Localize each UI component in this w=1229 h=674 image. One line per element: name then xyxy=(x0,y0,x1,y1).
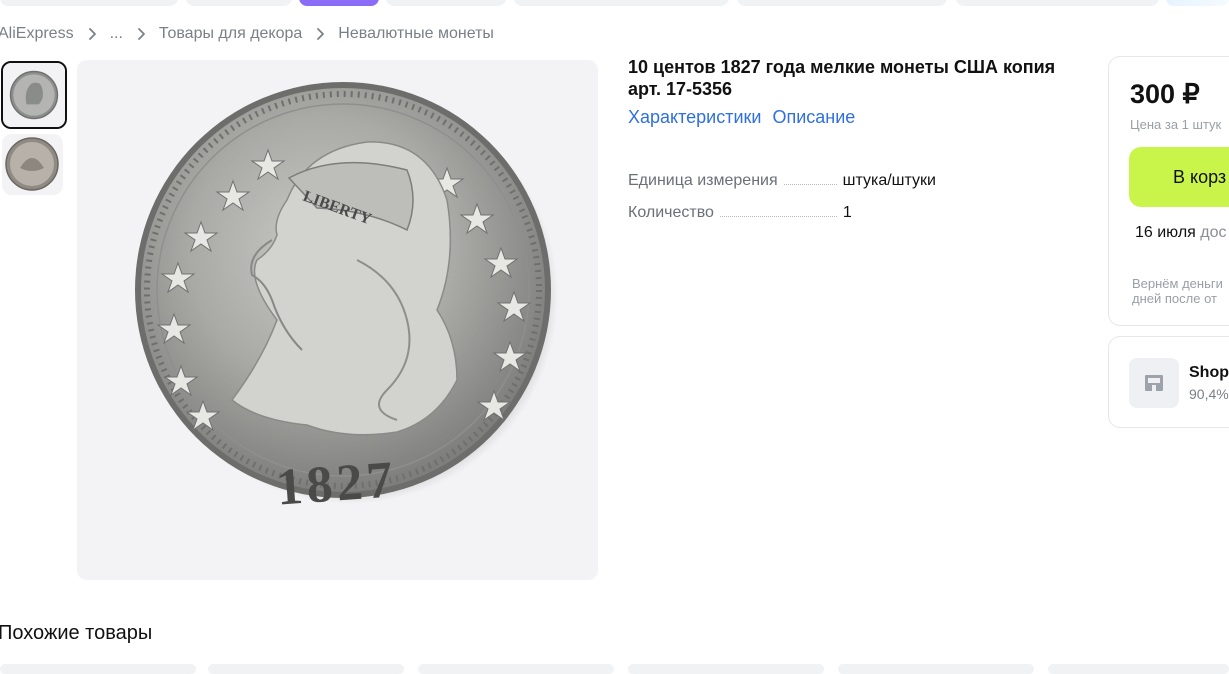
chevron-right-icon xyxy=(88,28,96,40)
store-icon xyxy=(1129,358,1179,408)
unit-price: Цена за 1 штук xyxy=(1130,117,1222,132)
coin-image: LIBERTY 1827 xyxy=(135,82,558,517)
category-chip-active[interactable] xyxy=(299,0,379,6)
category-chip[interactable] xyxy=(386,0,506,6)
category-chip[interactable] xyxy=(956,0,1159,6)
refund-line-1: Вернём деньги xyxy=(1132,276,1223,291)
refund-line-2: дней после от xyxy=(1132,291,1217,306)
category-chip[interactable] xyxy=(1166,0,1229,6)
product-price: 300 ₽ xyxy=(1130,79,1200,109)
spec-value: штука/штуки xyxy=(842,172,936,189)
spec-row: Количество 1 xyxy=(628,204,968,222)
seller-rating: 90,4% xyxy=(1189,386,1229,402)
seller-name[interactable]: Shop xyxy=(1189,364,1229,382)
product-card[interactable] xyxy=(0,664,196,674)
refund-info: Вернём деньги дней после от xyxy=(1132,276,1223,306)
breadcrumb: AliExpress ... Товары для декора Невалют… xyxy=(0,22,494,46)
spec-dots xyxy=(783,183,837,185)
chevron-right-icon xyxy=(138,28,145,40)
delivery-suffix: дос xyxy=(1200,224,1227,241)
category-chip[interactable] xyxy=(514,0,729,6)
product-title: 10 центов 1827 года мелкие монеты США ко… xyxy=(628,57,1056,99)
spec-value: 1 xyxy=(842,204,852,221)
add-to-cart-button[interactable]: В корз xyxy=(1129,147,1229,207)
delivery-info: 16 июля дос xyxy=(1135,224,1227,242)
main-product-image[interactable]: LIBERTY 1827 xyxy=(77,60,598,580)
breadcrumb-item-decor[interactable]: Товары для декора xyxy=(159,25,302,43)
spec-row: Единица измерения штука/штуки xyxy=(628,172,968,190)
breadcrumb-item-ellipsis[interactable]: ... xyxy=(110,25,123,43)
thumbnail-back[interactable] xyxy=(2,134,63,195)
product-card[interactable] xyxy=(628,664,824,674)
similar-products-row xyxy=(0,664,1229,674)
spec-dots xyxy=(719,215,837,217)
tab-specifications[interactable]: Характеристики xyxy=(628,107,761,128)
thumbnail-front[interactable] xyxy=(1,61,67,129)
coin-front-thumbnail xyxy=(3,63,65,127)
product-card[interactable] xyxy=(418,664,614,674)
buy-box: 300 ₽ Цена за 1 штук В корз 16 июля дос … xyxy=(1108,56,1229,326)
product-card[interactable] xyxy=(838,664,1034,674)
spec-key: Количество xyxy=(628,204,714,221)
seller-box[interactable]: Shop 90,4% xyxy=(1108,336,1229,428)
product-card[interactable] xyxy=(208,664,404,674)
similar-products-heading: Похожие товары xyxy=(0,622,153,644)
top-category-chips xyxy=(0,0,1229,8)
category-chip[interactable] xyxy=(737,0,947,6)
tab-description[interactable]: Описание xyxy=(772,107,855,128)
product-card[interactable] xyxy=(1048,664,1229,674)
delivery-date: 16 июля xyxy=(1135,224,1196,241)
product-tabs: Характеристики Описание xyxy=(628,107,866,128)
spec-key: Единица измерения xyxy=(628,172,778,189)
coin-back-thumbnail xyxy=(2,134,63,195)
coin-year: 1827 xyxy=(275,451,399,516)
breadcrumb-item-home[interactable]: AliExpress xyxy=(0,25,74,43)
category-chip[interactable] xyxy=(0,0,178,6)
chevron-right-icon xyxy=(317,28,325,40)
breadcrumb-item-coins[interactable]: Невалютные монеты xyxy=(338,25,494,43)
category-chip[interactable] xyxy=(186,0,292,6)
